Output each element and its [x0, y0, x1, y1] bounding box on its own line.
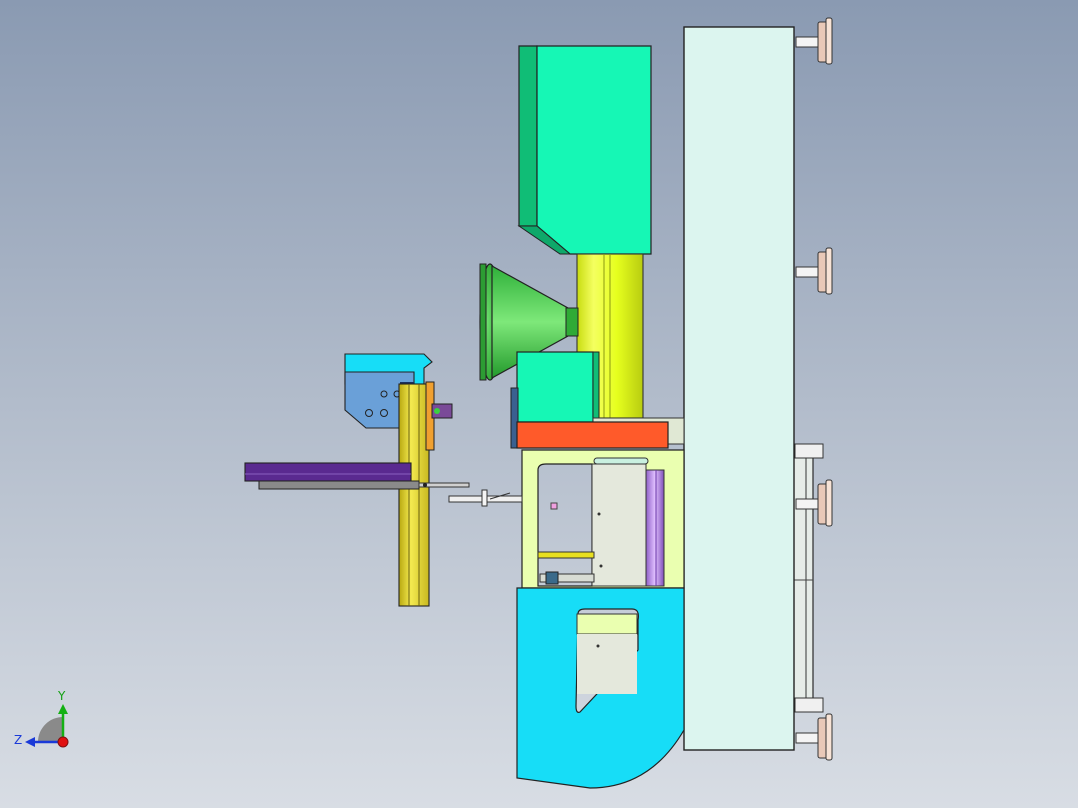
lime-frame	[521, 449, 685, 589]
triad-origin	[57, 736, 69, 748]
main-side-panel	[683, 26, 795, 751]
cyan-hopper	[516, 587, 685, 789]
leveling-foot-upper-mid	[795, 247, 833, 295]
robot-arm-assembly	[244, 353, 470, 607]
assembly-drawing: Y Z	[14, 17, 833, 789]
z-axis-label: Z	[14, 733, 22, 747]
axis-triad[interactable]: Y Z	[14, 689, 69, 748]
leveling-foot-top	[795, 17, 833, 65]
z-axis-head	[25, 737, 35, 747]
y-axis-head	[58, 704, 68, 714]
ejector-pin	[448, 489, 523, 507]
orange-plate	[516, 421, 669, 449]
y-axis-label: Y	[57, 689, 66, 703]
leveling-foot-bottom	[795, 713, 833, 761]
motor-housing	[517, 45, 652, 255]
cad-viewport[interactable]: Y Z	[0, 0, 1078, 808]
